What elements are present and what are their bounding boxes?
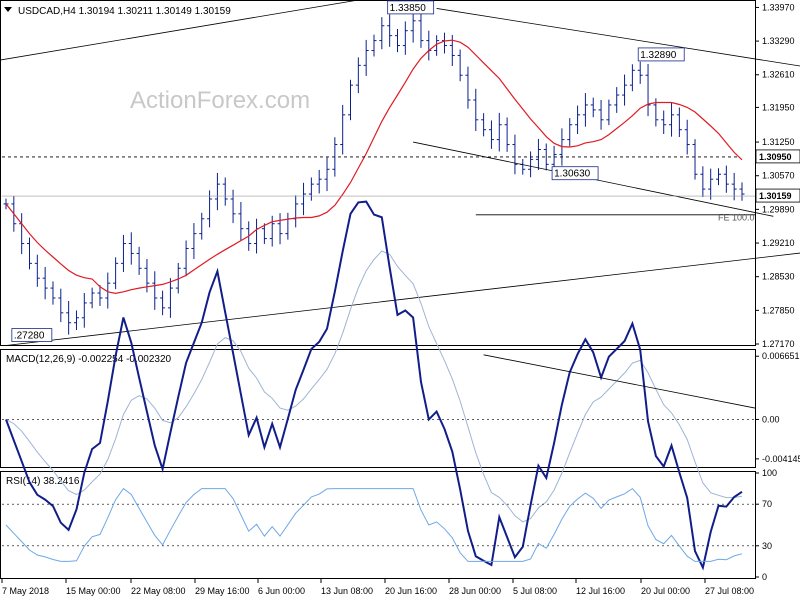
- annotation-label: 1.33850: [390, 3, 427, 14]
- rsi-path: [5, 487, 743, 562]
- trendline-descending-top: [436, 8, 800, 67]
- price-axis-tag-label: 1.30159: [759, 191, 792, 201]
- macd-main-line: [5, 200, 743, 571]
- macd-y-tick-label: 0.00: [762, 414, 780, 424]
- price-bars: [3, 8, 745, 335]
- price-y-tick-label: 1.27170: [762, 339, 795, 349]
- price-y-tick-label: 1.27850: [762, 305, 795, 315]
- x-tick-label: 5 Jul 08:00: [513, 586, 557, 596]
- x-axis: 7 May 2018 15 May 00:00 22 May 08:00 29 May…: [1, 578, 754, 596]
- price-y-tick-label: 1.32610: [762, 70, 795, 80]
- x-tick-label: 15 May 00:00: [66, 586, 121, 596]
- rsi-y-tick-label: 70: [762, 499, 772, 509]
- annotation-label: .27280: [14, 331, 45, 342]
- x-tick-label: 27 Jul 08:00: [705, 586, 754, 596]
- rsi-y-tick-label: 30: [762, 541, 772, 551]
- chart-root: ActionForex.com USDCAD,H4 1.30194 1.3021…: [0, 0, 800, 600]
- rsi-y-axis: 100 70 30 0: [755, 468, 777, 582]
- chart-svg: ActionForex.com USDCAD,H4 1.30194 1.3021…: [0, 0, 800, 596]
- x-tick-label: 12 Jul 16:00: [576, 586, 625, 596]
- macd-y-axis: 0.006651 0.00 -0.004145: [755, 351, 800, 464]
- x-tick-label: 20 Jul 00:00: [641, 586, 690, 596]
- macd-lines: [2, 200, 756, 571]
- price-y-tick-label: 1.31250: [762, 137, 795, 147]
- price-y-axis: 1.33970 1.33290 1.32610 1.31950 1.31250 1.305…: [755, 2, 800, 349]
- price-y-tick-label: 1.33290: [762, 36, 795, 46]
- symbol-dropdown-icon[interactable]: [4, 7, 12, 12]
- macd-y-tick-label: -0.004145: [762, 454, 800, 464]
- fe-label: FE 100.0: [718, 212, 755, 222]
- x-tick-label: 28 Jun 00:00: [449, 586, 501, 596]
- x-tick-label: 22 May 08:00: [131, 586, 186, 596]
- price-y-tick-label: 1.33970: [762, 2, 795, 12]
- rsi-panel-frame: [0, 471, 756, 579]
- rsi-y-tick-label: 100: [762, 468, 777, 478]
- annotation-label: 1.30630: [554, 169, 591, 180]
- x-tick-label: 7 May 2018: [2, 586, 49, 596]
- price-y-tick-label: 1.31950: [762, 102, 795, 112]
- price-panel-title: USDCAD,H4 1.30194 1.30211 1.30149 1.3015…: [18, 6, 231, 17]
- ma-line: [5, 39, 743, 295]
- price-axis-tag-label: 1.30950: [759, 152, 792, 162]
- price-y-tick-label: 1.29210: [762, 238, 795, 248]
- price-labels: 1.33850 1.32890 1.30630 .27280 FE 100.0: [11, 0, 755, 342]
- macd-panel-title: MACD(12,26,9) -0.002254 -0.002320: [6, 354, 172, 365]
- moving-average: [5, 39, 743, 295]
- price-y-tick-label: 1.30570: [762, 171, 795, 181]
- rsi-y-tick-label: 0: [762, 572, 767, 582]
- macd-y-tick-label: 0.006651: [762, 351, 800, 361]
- price-y-tick-label: 1.28530: [762, 272, 795, 282]
- watermark: ActionForex.com: [130, 87, 310, 114]
- macd-signal-line: [5, 250, 743, 523]
- x-tick-label: 6 Jun 00:00: [258, 586, 305, 596]
- macd-trendline: [483, 354, 756, 409]
- x-tick-label: 29 May 16:00: [195, 586, 250, 596]
- rsi-panel-title: RSI(14) 38.2416: [6, 476, 80, 487]
- x-tick-label: 20 Jun 16:00: [385, 586, 437, 596]
- x-tick-label: 13 Jun 08:00: [321, 586, 373, 596]
- rsi-line: [2, 487, 755, 562]
- annotation-label: 1.32890: [640, 50, 677, 61]
- price-y-tick-label: 1.29890: [762, 204, 795, 214]
